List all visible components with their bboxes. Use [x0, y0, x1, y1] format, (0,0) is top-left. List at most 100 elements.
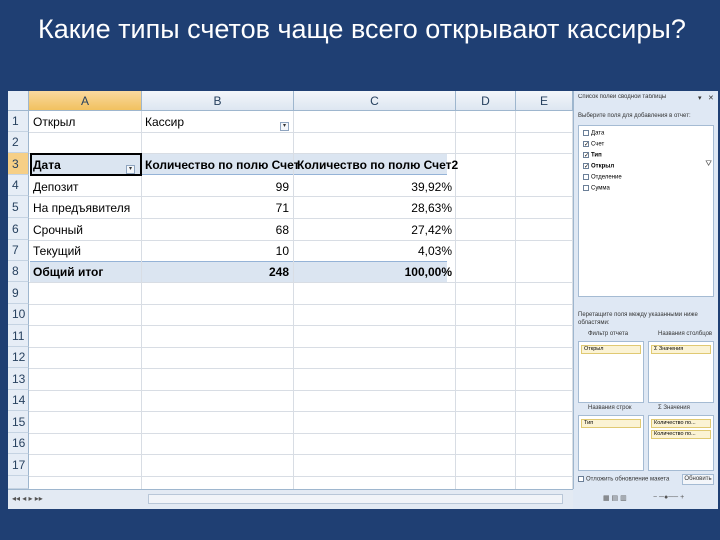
defer-update-label: Отложить обновление макета	[586, 476, 670, 483]
zoom-slider-icon[interactable]: − ─●── +	[653, 494, 684, 501]
pivot-pct-cell[interactable]: 39,92%	[297, 180, 452, 194]
area-chip[interactable]: Открыл	[581, 345, 641, 354]
gridline	[29, 304, 573, 305]
area-rows-box[interactable]: Тип	[578, 415, 644, 471]
pivot-count-cell[interactable]: 10	[145, 244, 289, 258]
row-header-7[interactable]: 7	[8, 240, 29, 261]
pivot-count-cell[interactable]: 99	[145, 180, 289, 194]
row-header-17[interactable]: 17	[8, 454, 29, 476]
area-rows-title: Названия строк	[588, 405, 632, 411]
area-values-title: Σ Значения	[658, 405, 690, 411]
row-header-11[interactable]: 11	[8, 325, 29, 347]
pivot-value-header[interactable]: Количество по полю Счет2	[297, 158, 458, 172]
pivot-count-cell[interactable]: 71	[145, 201, 289, 215]
field-label: Счет	[591, 141, 605, 148]
gridline	[29, 411, 573, 412]
pivot-row-label[interactable]: Текущий	[33, 244, 81, 258]
view-mode-icon[interactable]: ▦ ▤ ▥	[603, 494, 627, 502]
checkbox-icon[interactable]	[583, 174, 589, 180]
gridline	[29, 196, 573, 197]
field-item-opened[interactable]: ✓ Открыл	[583, 163, 614, 170]
pivot-value-header[interactable]: Количество по полю Счет	[145, 158, 300, 172]
area-chip[interactable]: Тип	[581, 419, 641, 428]
checkbox-checked-icon[interactable]: ✓	[583, 163, 589, 170]
pivot-total-count[interactable]: 248	[145, 265, 289, 279]
defer-update-checkbox[interactable]: Отложить обновление макета	[578, 476, 669, 483]
pivot-field-list-pane: Список полей сводной таблицы ▾ ✕ Выберит…	[573, 91, 718, 509]
pivot-total-pct[interactable]: 100,00%	[297, 265, 452, 279]
close-icon[interactable]: ✕	[708, 94, 714, 102]
row-header-5[interactable]: 5	[8, 196, 29, 218]
area-filter-box[interactable]: Открыл	[578, 341, 644, 403]
field-list: Дата ✓ Счет ✓ Тип ✓ Открыл Отделение Сумма	[578, 125, 714, 297]
row-header-4[interactable]: 4	[8, 175, 29, 196]
field-item-date[interactable]: Дата	[583, 130, 604, 137]
pivot-total-label[interactable]: Общий итог	[33, 265, 103, 279]
field-item-account[interactable]: ✓ Счет	[583, 141, 604, 148]
area-chip[interactable]: Количество по...	[651, 419, 711, 428]
row-header-18[interactable]	[8, 476, 29, 489]
row-header-1[interactable]: 1	[8, 111, 29, 132]
row-header-13[interactable]: 13	[8, 368, 29, 390]
pivot-pct-cell[interactable]: 4,03%	[297, 244, 452, 258]
filter-field-label: Открыл	[33, 115, 76, 129]
area-chip[interactable]: Σ Значения	[651, 345, 711, 354]
checkbox-icon[interactable]	[583, 130, 589, 136]
checkbox-checked-icon[interactable]: ✓	[583, 141, 589, 148]
row-header-12[interactable]: 12	[8, 347, 29, 368]
gridline	[29, 325, 573, 326]
drag-fields-label: Перетащите поля между указанными ниже об…	[578, 312, 698, 326]
gridline	[29, 390, 573, 391]
worksheet-grid: A B C D E 1 2 3 4 5 6 7 8 9 10 11 12 13 …	[8, 91, 573, 509]
row-header-16[interactable]: 16	[8, 433, 29, 454]
area-columns-title: Названия столбцов	[658, 331, 713, 337]
area-filter-title: Фильтр отчета	[588, 331, 629, 337]
column-header-c[interactable]: C	[294, 91, 456, 111]
gridline	[29, 240, 573, 241]
column-header-e[interactable]: E	[516, 91, 573, 111]
row-header-6[interactable]: 6	[8, 218, 29, 240]
active-cell-selection	[30, 153, 142, 176]
gridline	[29, 132, 573, 133]
pane-title: Список полей сводной таблицы	[578, 94, 667, 100]
area-chip[interactable]: Количество по...	[651, 430, 711, 439]
column-header-d[interactable]: D	[456, 91, 516, 111]
horizontal-scrollbar[interactable]	[148, 494, 563, 504]
field-item-branch[interactable]: Отделение	[583, 174, 622, 181]
pivot-count-cell[interactable]: 68	[145, 223, 289, 237]
row-header-2[interactable]: 2	[8, 132, 29, 153]
pivot-row-label[interactable]: На предъявителя	[33, 201, 130, 215]
sheet-nav-icon[interactable]: ◂◂ ◂ ▸ ▸▸	[12, 494, 43, 503]
row-header-9[interactable]: 9	[8, 282, 29, 304]
row-header-10[interactable]: 10	[8, 304, 29, 325]
checkbox-icon[interactable]	[583, 185, 589, 191]
column-header-b[interactable]: B	[142, 91, 294, 111]
filter-funnel-icon: ⛛	[705, 159, 712, 168]
pivot-row-label[interactable]: Срочный	[33, 223, 83, 237]
gridline	[29, 454, 573, 455]
column-header-a[interactable]: A	[29, 91, 142, 111]
select-all-corner[interactable]	[8, 91, 29, 111]
area-columns-box[interactable]: Σ Значения	[648, 341, 714, 403]
filter-dropdown-icon[interactable]: ▾	[280, 122, 289, 131]
filter-field-value[interactable]: Кассир	[145, 115, 184, 129]
update-button[interactable]: Обновить	[682, 474, 714, 485]
row-header-15[interactable]: 15	[8, 411, 29, 433]
pivot-total-border	[30, 261, 447, 262]
pivot-row-label[interactable]: Депозит	[33, 180, 79, 194]
gridline	[29, 347, 573, 348]
field-item-amount[interactable]: Сумма	[583, 185, 610, 192]
checkbox-icon[interactable]	[578, 476, 584, 482]
gridline	[29, 368, 573, 369]
pivot-pct-cell[interactable]: 27,42%	[297, 223, 452, 237]
field-item-type[interactable]: ✓ Тип	[583, 152, 602, 159]
pane-menu-icon[interactable]: ▾	[698, 94, 702, 102]
checkbox-checked-icon[interactable]: ✓	[583, 152, 589, 159]
row-header-14[interactable]: 14	[8, 390, 29, 411]
pivot-pct-cell[interactable]: 28,63%	[297, 201, 452, 215]
choose-fields-label: Выберите поля для добавления в отчет:	[578, 113, 691, 119]
row-header-8[interactable]: 8	[8, 261, 29, 282]
row-header-3[interactable]: 3	[8, 153, 29, 175]
field-label: Отделение	[591, 174, 622, 181]
area-values-box[interactable]: Количество по... Количество по...	[648, 415, 714, 471]
